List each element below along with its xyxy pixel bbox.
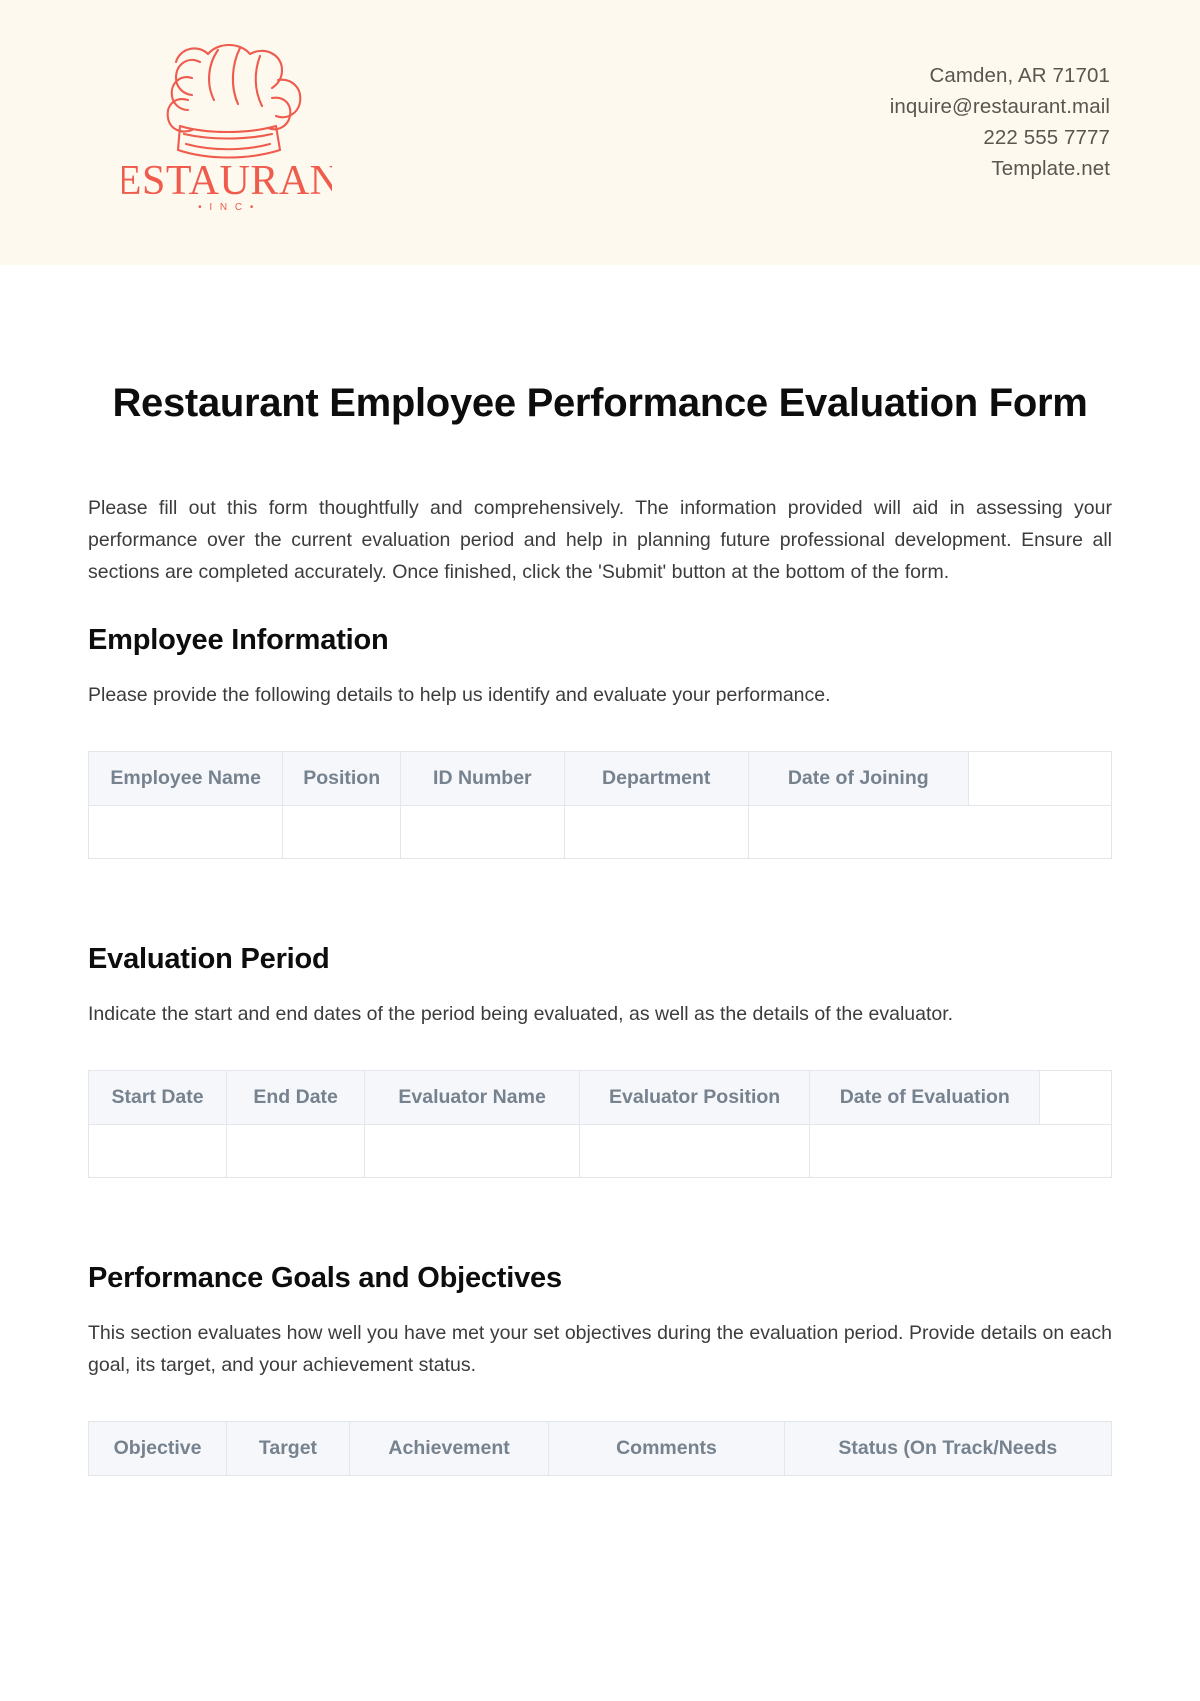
brand-logo: RESTAURANT • I N C • [90, 34, 390, 214]
column-header-start-date: Start Date [87, 1070, 228, 1125]
contact-phone[interactable]: 222 555 7777 [890, 122, 1110, 153]
table-row [87, 805, 1113, 859]
column-header-id-number: ID Number [400, 751, 565, 806]
letterhead: RESTAURANT • I N C • Camden, AR 71701 in… [0, 0, 1200, 265]
column-header-date-of-evaluation: Date of Evaluation [809, 1070, 1041, 1125]
table-row [87, 1124, 1112, 1178]
section-description-performance-goals: This section evaluates how well you have… [88, 1322, 1112, 1376]
column-header-employee-name: Employee Name [87, 751, 284, 806]
column-header-status: Status (On Track/Needs [783, 1421, 1113, 1476]
cell-evaluator-position[interactable] [579, 1124, 811, 1178]
contact-email[interactable]: inquire@restaurant.mail [890, 91, 1110, 122]
section-description-evaluation-period: Indicate the start and end dates of the … [88, 1003, 954, 1025]
intro-paragraph: Please fill out this form thoughtfully a… [88, 497, 1112, 583]
cell-end-date[interactable] [226, 1124, 366, 1178]
cell-date-of-joining[interactable] [747, 805, 1113, 859]
column-header-evaluator-name: Evaluator Name [364, 1070, 581, 1125]
section-heading-employee-information: Employee Information [88, 624, 389, 656]
cell-employee-name[interactable] [87, 805, 284, 859]
page-title: Restaurant Employee Performance Evaluati… [112, 381, 1088, 425]
section-heading-performance-goals: Performance Goals and Objectives [88, 1262, 562, 1294]
column-header-position: Position [282, 751, 401, 806]
column-header-comments: Comments [548, 1421, 785, 1476]
brand-suffix: • I N C • [198, 202, 256, 213]
brand-name: RESTAURANT [122, 158, 332, 204]
cell-position[interactable] [282, 805, 401, 859]
cell-id-number[interactable] [400, 805, 565, 859]
table-header-row: Employee Name Position ID Number Departm… [87, 751, 1113, 806]
cell-date-of-evaluation[interactable] [809, 1124, 1112, 1178]
table-header-row: Start Date End Date Evaluator Name Evalu… [87, 1070, 1112, 1125]
cell-start-date[interactable] [87, 1124, 228, 1178]
evaluation-period-table: Start Date End Date Evaluator Name Evalu… [87, 1070, 1112, 1178]
column-header-department: Department [563, 751, 749, 806]
table-header-row: Objective Target Achievement Comments St… [87, 1421, 1113, 1476]
cell-department[interactable] [563, 805, 749, 859]
column-header-spacer [967, 751, 1113, 806]
column-header-end-date: End Date [226, 1070, 366, 1125]
column-header-objective: Objective [87, 1421, 228, 1476]
column-header-evaluator-position: Evaluator Position [579, 1070, 811, 1125]
section-description-employee-information: Please provide the following details to … [88, 684, 831, 706]
column-header-date-of-joining: Date of Joining [747, 751, 969, 806]
employee-information-table-wrap: Employee Name Position ID Number Departm… [87, 711, 1113, 859]
column-header-spacer [1039, 1070, 1112, 1125]
cell-evaluator-name[interactable] [364, 1124, 581, 1178]
column-header-target: Target [226, 1421, 350, 1476]
contact-info: Camden, AR 71701 inquire@restaurant.mail… [890, 34, 1110, 184]
column-header-achievement: Achievement [348, 1421, 550, 1476]
contact-address: Camden, AR 71701 [929, 64, 1110, 87]
section-heading-evaluation-period: Evaluation Period [88, 943, 330, 975]
evaluation-period-table-wrap: Start Date End Date Evaluator Name Evalu… [87, 1030, 1112, 1178]
performance-goals-table-wrap: Objective Target Achievement Comments St… [87, 1381, 1113, 1476]
performance-goals-table: Objective Target Achievement Comments St… [87, 1421, 1113, 1476]
document-body: Restaurant Employee Performance Evaluati… [0, 265, 1200, 1476]
contact-website[interactable]: Template.net [890, 153, 1110, 184]
employee-information-table: Employee Name Position ID Number Departm… [87, 751, 1113, 859]
chef-hat-icon: RESTAURANT • I N C • [122, 43, 332, 213]
